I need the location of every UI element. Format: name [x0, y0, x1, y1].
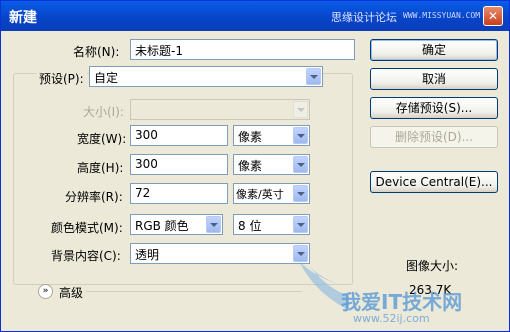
- height-unit-value: 像素: [238, 159, 263, 173]
- advanced-label[interactable]: 高级: [59, 284, 83, 301]
- color-mode-label: 颜色模式(M):: [51, 221, 123, 235]
- resolution-unit-value: 像素/英寸: [236, 188, 284, 201]
- site-watermark-cn: 思缘设计论坛: [331, 11, 397, 24]
- height-unit-select[interactable]: 像素: [233, 154, 310, 175]
- width-label: 宽度(W):: [77, 132, 127, 146]
- chevron-down-icon[interactable]: [206, 216, 221, 233]
- close-icon: ✕: [487, 9, 499, 23]
- chevron-down-icon[interactable]: [293, 185, 308, 202]
- width-field[interactable]: 300: [130, 125, 228, 146]
- chevron-down-icon[interactable]: [293, 101, 308, 118]
- bit-depth-select[interactable]: 8 位: [233, 214, 310, 235]
- color-mode-value: RGB 颜色: [135, 219, 189, 233]
- width-unit-select[interactable]: 像素: [233, 125, 310, 146]
- delete-preset-button[interactable]: 删除预设(D)...: [370, 126, 498, 148]
- chevron-down-icon[interactable]: [293, 216, 308, 233]
- advanced-divider: [86, 291, 302, 292]
- preset-select[interactable]: 自定: [89, 66, 323, 87]
- resolution-unit-select[interactable]: 像素/英寸: [233, 183, 310, 204]
- size-label: 大小(I):: [83, 105, 124, 119]
- site-watermark-url: WWW.MISSYUAN.COM: [403, 11, 481, 20]
- background-select[interactable]: 透明: [130, 243, 310, 264]
- chevron-down-icon[interactable]: [293, 127, 308, 144]
- device-central-button[interactable]: Device Central(E)...: [370, 171, 498, 193]
- preset-label: 预设(P):: [36, 70, 87, 87]
- title-bar[interactable]: 新建 思缘设计论坛 WWW.MISSYUAN.COM ✕: [1, 1, 509, 31]
- watermark-url: www.52ij.com: [353, 312, 430, 325]
- height-field[interactable]: 300: [130, 154, 228, 175]
- color-mode-select[interactable]: RGB 颜色: [130, 214, 223, 235]
- name-field[interactable]: 未标题-1: [130, 39, 355, 60]
- expand-advanced-icon[interactable]: »: [38, 284, 53, 299]
- watermark-text: 我爱IT技术网: [341, 290, 463, 314]
- preset-value: 自定: [94, 71, 119, 85]
- new-document-dialog: 新建 思缘设计论坛 WWW.MISSYUAN.COM ✕ 名称(N): 未标题-…: [0, 0, 510, 332]
- width-unit-value: 像素: [238, 130, 263, 144]
- background-value: 透明: [135, 248, 160, 262]
- height-label: 高度(H):: [77, 161, 124, 175]
- cancel-button[interactable]: 取消: [370, 68, 498, 90]
- chevron-down-icon[interactable]: [306, 68, 321, 85]
- resolution-field[interactable]: 72: [130, 183, 228, 204]
- bit-depth-value: 8 位: [238, 219, 262, 233]
- ok-button[interactable]: 确定: [370, 39, 498, 61]
- dialog-title: 新建: [9, 10, 37, 26]
- image-size-label: 图像大小:: [406, 259, 459, 273]
- save-preset-button[interactable]: 存储预设(S)...: [370, 97, 498, 119]
- chevron-down-icon[interactable]: [293, 156, 308, 173]
- size-select[interactable]: [130, 99, 310, 120]
- close-button[interactable]: ✕: [483, 6, 503, 26]
- background-label: 背景内容(C):: [51, 249, 121, 263]
- name-label: 名称(N):: [73, 45, 120, 59]
- resolution-label: 分辨率(R):: [65, 190, 123, 204]
